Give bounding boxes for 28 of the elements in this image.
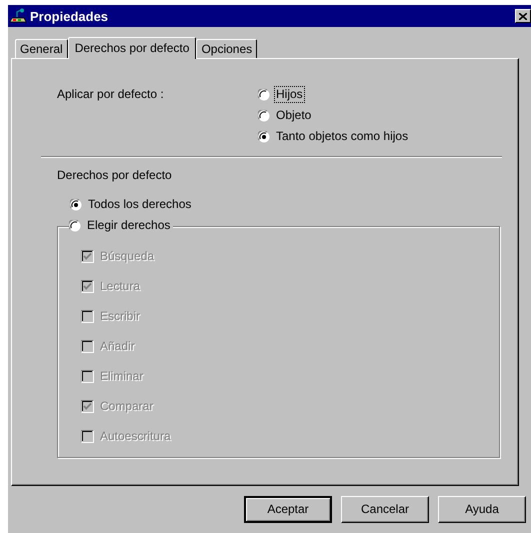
dialog-button[interactable]: Ayuda bbox=[438, 496, 526, 523]
computer-icon bbox=[10, 8, 28, 24]
radio-button[interactable] bbox=[69, 220, 81, 232]
checkbox-label: Comparar bbox=[100, 399, 154, 414]
checkbox-label: Búsqueda bbox=[100, 249, 154, 264]
radio-button[interactable] bbox=[70, 198, 82, 210]
checkbox-label: Añadir bbox=[100, 339, 135, 354]
checkbox-label: Autoescritura bbox=[100, 429, 171, 444]
tab[interactable]: Opciones bbox=[196, 39, 258, 58]
radio-label[interactable]: Tanto objetos como hijos bbox=[275, 129, 410, 144]
tab[interactable]: General bbox=[15, 39, 68, 58]
radio-label[interactable]: Objeto bbox=[275, 108, 312, 123]
radio-button[interactable] bbox=[258, 130, 270, 142]
checkbox-label: Eliminar bbox=[100, 369, 144, 384]
radio-label[interactable]: Hijos bbox=[275, 87, 304, 102]
window-title: Propiedades bbox=[30, 8, 110, 24]
radio-button[interactable] bbox=[258, 110, 270, 122]
close-button[interactable] bbox=[515, 9, 531, 23]
radio-label[interactable]: Todos los derechos bbox=[87, 197, 192, 212]
dialog-button[interactable]: Aceptar bbox=[244, 496, 332, 523]
close-icon bbox=[519, 12, 527, 20]
section-heading: Derechos por defecto bbox=[57, 168, 173, 183]
field-label: Aplicar por defecto : bbox=[57, 87, 165, 103]
checkbox-label: Escribir bbox=[100, 309, 140, 324]
radio-button[interactable] bbox=[258, 88, 270, 100]
tab[interactable]: Derechos por defecto bbox=[68, 37, 196, 59]
checkbox-label: Lectura bbox=[100, 279, 140, 294]
dialog-button[interactable]: Cancelar bbox=[341, 496, 429, 523]
